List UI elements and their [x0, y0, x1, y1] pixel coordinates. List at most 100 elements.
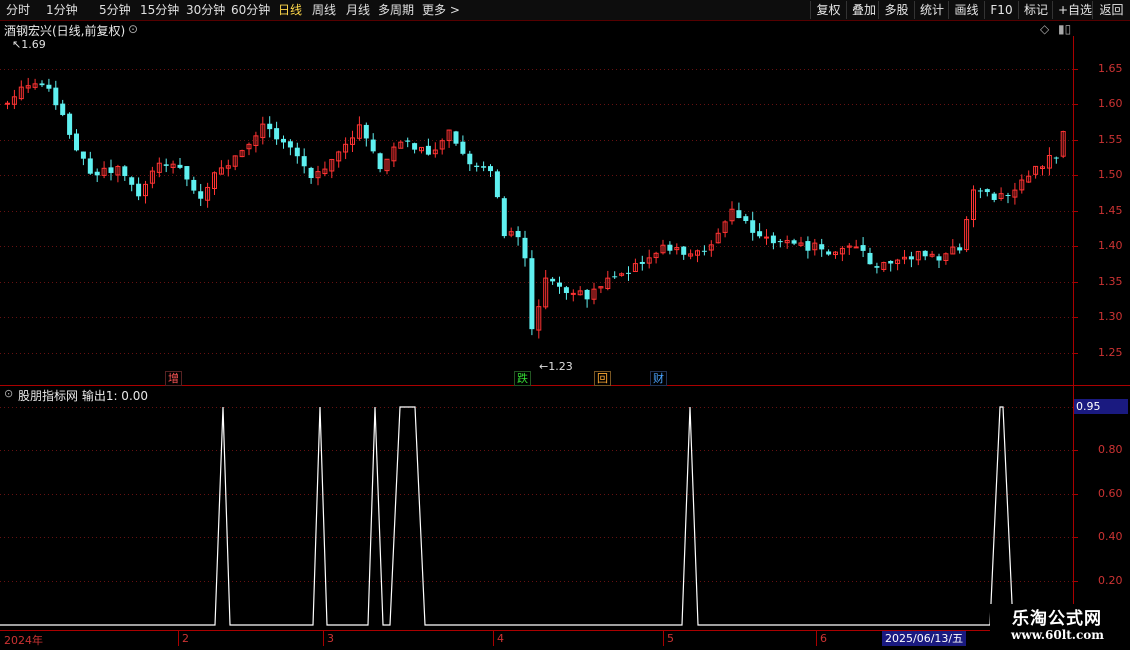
candle-body-down — [370, 139, 376, 152]
watermark-url: www.60lt.com — [1011, 628, 1104, 642]
candle-body-down — [584, 289, 590, 300]
candle-body-down — [184, 166, 190, 180]
candle-body-down — [281, 138, 286, 143]
time-label: 5 — [667, 632, 674, 645]
candle-body-down — [922, 250, 928, 257]
candle-body-down — [377, 153, 383, 170]
candle-body-down — [750, 220, 756, 233]
candle-body-down — [191, 179, 197, 191]
candle-body-down — [108, 167, 114, 173]
candle-body-down — [308, 167, 314, 179]
panel-toggle-icon[interactable]: ▮▯ — [1058, 22, 1071, 36]
candle-body-down — [501, 198, 507, 237]
event-badge-drop[interactable]: 跌 — [514, 371, 531, 386]
candle-body-down — [301, 156, 307, 167]
watermark-title: 乐淘公式网 — [1012, 609, 1102, 629]
candle-body-down — [474, 165, 480, 168]
candle-body-down — [667, 244, 673, 251]
candle-body-down — [757, 231, 763, 237]
indicator-line — [0, 406, 1073, 626]
candle-body-down — [936, 256, 942, 261]
candle-body-down — [957, 247, 963, 251]
time-label: 2 — [182, 632, 189, 645]
candle-body-down — [129, 177, 135, 185]
diamond-icon[interactable]: ◇ — [1040, 22, 1049, 36]
candle-body-down — [626, 272, 631, 274]
candle-body-down — [791, 240, 797, 244]
candle-body-down — [874, 266, 880, 268]
price-tick: 1.30 — [1098, 310, 1123, 323]
candle-body-down — [494, 171, 500, 198]
candle-body-down — [522, 237, 528, 259]
candle-body-down — [453, 131, 459, 144]
candle-body-down — [860, 245, 866, 251]
price-tick: 1.40 — [1098, 239, 1123, 252]
price-tick: 1.35 — [1098, 275, 1123, 288]
candle-body-down — [53, 87, 59, 106]
indicator-dropdown-icon[interactable]: ⊙ — [4, 387, 13, 400]
candle-body-up — [764, 236, 769, 239]
candle-body-down — [743, 216, 749, 222]
candle-body-down — [826, 251, 832, 255]
candle-body-down — [177, 164, 183, 168]
candle-body-down — [908, 256, 914, 260]
candle-body-down — [777, 241, 783, 243]
candle-body-down — [60, 103, 66, 115]
indicator-current-value: 0.95 — [1074, 399, 1128, 414]
candle-body-down — [867, 252, 873, 265]
price-tick: 1.50 — [1098, 168, 1123, 181]
candle-body-down — [681, 246, 687, 255]
candle-body-down — [267, 123, 273, 130]
candle-body-down — [701, 250, 707, 252]
kline-chart[interactable] — [0, 0, 1130, 650]
price-tick: 1.45 — [1098, 204, 1123, 217]
candle-body-down — [984, 189, 990, 193]
indicator-tick: 0.60 — [1098, 487, 1123, 500]
time-label: 6 — [820, 632, 827, 645]
event-badge-increase[interactable]: 增 — [165, 371, 182, 386]
candle-body-down — [563, 287, 569, 294]
candle-body-down — [977, 190, 983, 192]
candle-body-down — [991, 193, 997, 200]
candle-body-down — [488, 166, 493, 172]
candle-body-down — [425, 145, 431, 155]
candle-body-down — [74, 133, 79, 151]
candle-body-down — [557, 282, 562, 287]
watermark-logo: 乐淘公式网 www.60lt.com — [990, 604, 1130, 650]
price-tick: 1.25 — [1098, 346, 1123, 359]
candle-body-up — [853, 246, 859, 249]
time-label: 2024年 — [4, 634, 43, 647]
price-tick: 1.65 — [1098, 62, 1123, 75]
candle-body-down — [736, 210, 742, 219]
title-dropdown-icon[interactable]: ⊙ — [128, 22, 138, 36]
candle-body-down — [67, 113, 73, 135]
candle-body-down — [163, 164, 169, 166]
candle-body-down — [770, 235, 776, 244]
event-badge-finance[interactable]: 财 — [650, 371, 667, 386]
candle-body-down — [1053, 157, 1059, 159]
indicator-title[interactable]: 股朋指标网 输出1: 0.00 — [18, 387, 148, 404]
candle-body-down — [805, 241, 811, 251]
candle-body-down — [639, 261, 645, 264]
time-label: 4 — [497, 632, 504, 645]
candle-body-down — [467, 153, 473, 165]
candle-body-down — [46, 84, 52, 89]
stock-title[interactable]: 酒钢宏兴(日线,前复权) — [4, 22, 125, 39]
candle-body-up — [5, 102, 10, 105]
candle-body-down — [1005, 195, 1011, 197]
candle-body-down — [198, 191, 204, 199]
candle-body-down — [612, 276, 618, 278]
event-badge-buyback[interactable]: 回 — [594, 371, 611, 386]
candle-body-down — [39, 83, 45, 86]
candle-body-down — [888, 260, 894, 264]
candle-body-down — [515, 230, 521, 238]
time-label: 3 — [327, 632, 334, 645]
high-price-label: ↖1.69 — [12, 38, 46, 51]
candle-body-down — [529, 258, 535, 330]
price-tick: 1.60 — [1098, 97, 1123, 110]
cursor-date: 2025/06/13/五 — [882, 631, 967, 646]
candle-body-down — [481, 166, 487, 168]
candle-body-down — [294, 147, 300, 157]
candle-body-down — [287, 141, 293, 148]
candle-body-down — [819, 244, 825, 250]
